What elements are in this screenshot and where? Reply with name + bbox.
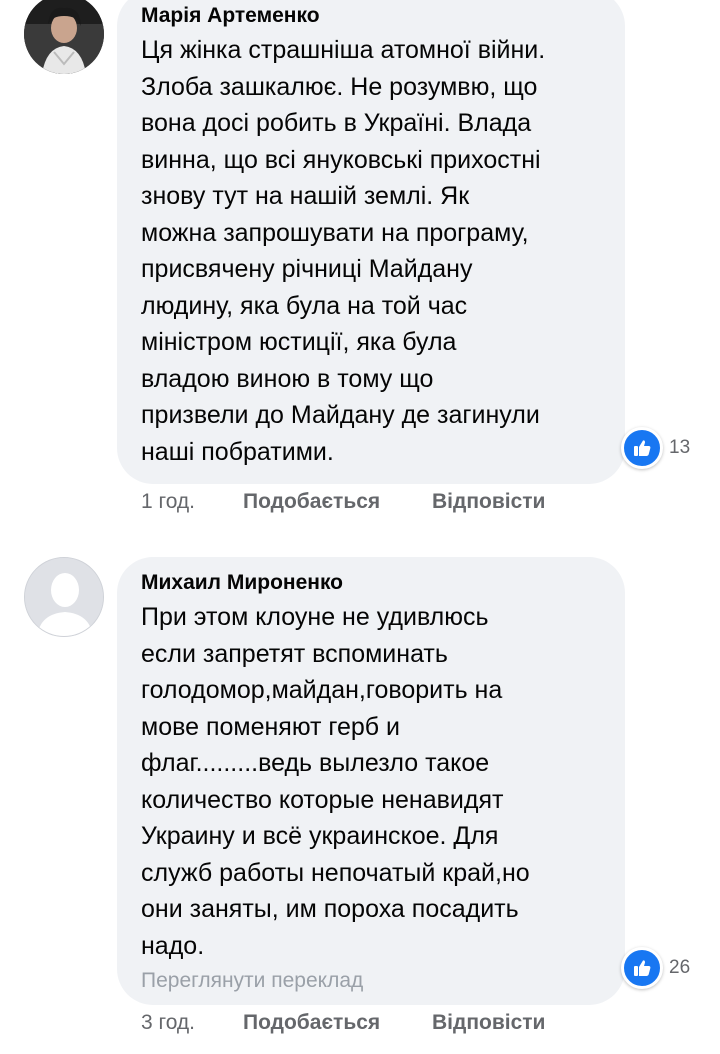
- see-translation-link[interactable]: Переглянути переклад: [141, 968, 601, 994]
- timestamp[interactable]: 3 год.: [141, 1011, 243, 1035]
- avatar[interactable]: [24, 557, 104, 637]
- comment-bubble[interactable]: Марія Артеменко Ця жінка страшніша атомн…: [117, 0, 625, 484]
- comment-text: Ця жінка страшніша атомної війни. Злоба …: [141, 36, 546, 466]
- thumbs-up-icon: [621, 947, 663, 989]
- avatar[interactable]: [24, 0, 104, 74]
- comment-actions: 3 год. Подобається Відповісти: [141, 1011, 545, 1035]
- avatar-photo: [24, 0, 104, 74]
- timestamp[interactable]: 1 год.: [141, 490, 243, 514]
- thumbs-up-icon: [621, 427, 663, 469]
- reply-button[interactable]: Відповісти: [432, 490, 545, 514]
- like-button[interactable]: Подобається: [243, 1011, 432, 1035]
- reply-button[interactable]: Відповісти: [432, 1011, 545, 1035]
- reactions-summary[interactable]: 13: [621, 427, 701, 469]
- author-name[interactable]: Михаил Мироненко: [141, 571, 601, 595]
- person-silhouette-icon: [25, 558, 103, 636]
- reactions-summary[interactable]: 26: [621, 947, 701, 989]
- reaction-count: 26: [669, 957, 691, 978]
- comment-bubble[interactable]: Михаил Мироненко При этом клоуне не удив…: [117, 557, 625, 1005]
- comment-actions: 1 год. Подобається Відповісти: [141, 490, 545, 514]
- comment-text: При этом клоуне не удивлюсь если запретя…: [141, 603, 530, 960]
- author-name[interactable]: Марія Артеменко: [141, 4, 601, 28]
- like-button[interactable]: Подобається: [243, 490, 432, 514]
- reaction-count: 13: [669, 437, 691, 458]
